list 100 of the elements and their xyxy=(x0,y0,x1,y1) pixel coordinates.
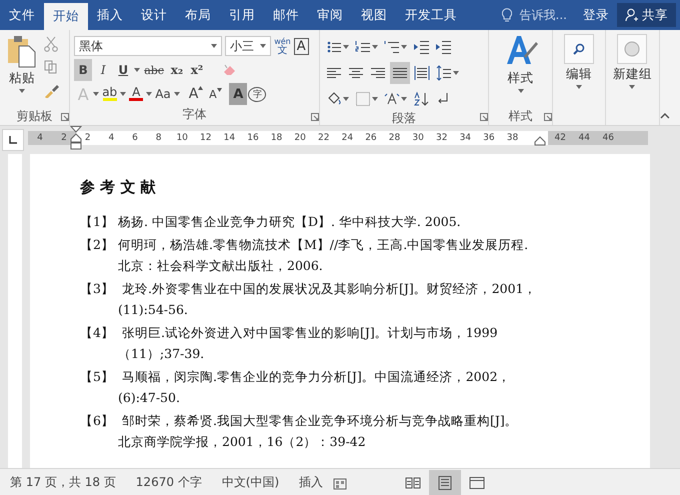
ruler-number: 8 xyxy=(154,133,162,143)
dropdown-caret-icon xyxy=(453,71,460,75)
dropdown-caret-icon xyxy=(19,89,25,93)
ribbon-tab[interactable]: 设计 xyxy=(132,0,176,30)
paint-bucket-icon xyxy=(326,91,342,107)
ribbon-tab[interactable]: 插入 xyxy=(88,0,132,30)
editing-button[interactable]: 编辑 xyxy=(561,32,597,125)
ruler-number: 44 xyxy=(578,133,591,143)
strikethrough-button[interactable]: abc xyxy=(142,59,166,81)
ribbon-tab[interactable]: 视图 xyxy=(352,0,396,30)
font-color-button[interactable]: A xyxy=(127,83,146,105)
italic-button[interactable]: I xyxy=(94,59,112,81)
sort-icon xyxy=(413,91,430,107)
ribbon-tab[interactable]: 文件 xyxy=(0,0,44,30)
underline-button[interactable]: U xyxy=(114,59,132,81)
dropdown-caret-icon xyxy=(518,89,524,93)
character-border-button[interactable]: A xyxy=(294,38,309,54)
reference-text: 何明珂，杨浩雄.零售物流技术【M】//李飞，王高.中国零售业发展历程. xyxy=(118,236,528,254)
right-indent-marker-icon[interactable] xyxy=(534,136,546,146)
shrink-font-button[interactable]: A xyxy=(206,83,224,105)
dialog-launcher-icon[interactable] xyxy=(544,113,552,121)
scissors-icon[interactable] xyxy=(44,36,58,52)
dropdown-caret-icon xyxy=(211,44,218,48)
format-painter-icon[interactable] xyxy=(44,82,60,98)
ruler-number: 10 xyxy=(175,133,189,143)
reference-number: 【3】 xyxy=(80,280,115,298)
reference-text: 张明巨.试论外资进入对中国零售业的影响[J]。计划与市场，1999 xyxy=(120,324,498,342)
multilevel-list-icon xyxy=(384,39,400,55)
borders-icon xyxy=(355,91,372,107)
language-indicator[interactable]: 中文(中国) xyxy=(212,474,290,491)
paste-button[interactable]: 粘贴 xyxy=(4,32,40,107)
copy-icon[interactable] xyxy=(44,60,58,74)
superscript-button[interactable]: x² xyxy=(188,59,206,81)
dropdown-caret-icon xyxy=(93,92,100,96)
dropdown-caret-icon xyxy=(401,97,408,101)
macro-recording-icon[interactable] xyxy=(333,476,348,490)
group-label: 段落 xyxy=(392,110,416,127)
asian-layout-icon xyxy=(384,91,400,107)
reference-number: 【5】 xyxy=(80,368,115,386)
insert-mode-indicator[interactable]: 插入 xyxy=(289,474,334,491)
indent-marker-icon[interactable] xyxy=(70,126,82,150)
reference-text: (11):54-56. xyxy=(118,301,189,319)
dialog-launcher-icon[interactable] xyxy=(480,113,488,121)
dialog-launcher-icon[interactable] xyxy=(61,113,70,121)
ribbon-tab[interactable]: 邮件 xyxy=(264,0,308,30)
numbered-list-icon xyxy=(355,39,372,55)
share-button[interactable]: 共享 xyxy=(617,3,676,27)
change-case-button[interactable]: Aa xyxy=(153,83,173,105)
dropdown-caret-icon xyxy=(343,45,350,49)
ribbon-tab[interactable]: 审阅 xyxy=(308,0,352,30)
read-mode-icon xyxy=(405,474,422,490)
ruler-number: 4 xyxy=(36,133,44,143)
reference-number: 【4】 xyxy=(80,324,115,342)
word-count[interactable]: 12670 个字 xyxy=(126,474,212,491)
ruler-number: 20 xyxy=(293,133,307,143)
dropdown-caret-icon xyxy=(629,85,636,89)
subscript-button[interactable]: x₂ xyxy=(168,59,186,81)
ribbon-tab[interactable]: 布局 xyxy=(176,0,220,30)
font-name-field[interactable]: 黑体 xyxy=(74,36,222,56)
ruler-number: 18 xyxy=(270,133,284,143)
justify-button[interactable] xyxy=(390,62,410,84)
decrease-indent-icon xyxy=(413,39,430,55)
dialog-launcher-icon[interactable] xyxy=(311,113,320,121)
ruler-number: 42 xyxy=(554,133,567,143)
tell-me-search[interactable]: 告诉我... xyxy=(512,0,575,30)
ribbon-tab[interactable]: 开始 xyxy=(44,3,88,30)
ruler-number: 28 xyxy=(388,133,402,143)
sign-in-link[interactable]: 登录 xyxy=(575,0,617,30)
phonetic-guide-button[interactable]: wén 文 xyxy=(274,37,291,55)
tab-selector[interactable] xyxy=(2,129,24,151)
new-group-button[interactable]: 新建组 xyxy=(610,32,655,125)
align-right-icon xyxy=(370,65,386,81)
reference-text: 邹时荣，蔡希贤.我国大型零售企业竞争环境分析与竞争战略重构[J]。 xyxy=(120,412,518,430)
ruler-number: 26 xyxy=(364,133,378,143)
ribbon-tab[interactable]: 开发工具 xyxy=(396,0,466,30)
dropdown-caret-icon xyxy=(134,68,140,72)
reference-text: 北京：社会科学文献出版社，2006. xyxy=(118,257,324,275)
ruler-number: 38 xyxy=(506,133,520,143)
reference-text: 北京商学院学报，2001，16（2）：39-42 xyxy=(118,433,367,451)
circle-icon xyxy=(624,41,640,57)
search-icon xyxy=(572,42,586,56)
bold-button[interactable]: B xyxy=(74,59,92,81)
styles-button[interactable]: 样式 xyxy=(500,32,541,107)
ruler-number: 30 xyxy=(411,133,425,143)
add-person-icon xyxy=(625,8,639,22)
increase-indent-icon xyxy=(435,39,452,55)
character-shading-button[interactable]: A xyxy=(229,83,248,105)
ribbon-tab[interactable]: 引用 xyxy=(220,0,264,30)
enclose-character-button[interactable]: 字 xyxy=(248,86,266,102)
page-count[interactable]: 第 17 页，共 18 页 xyxy=(0,474,126,491)
grow-font-button[interactable]: A xyxy=(186,83,206,105)
ruler-number: 6 xyxy=(131,133,139,143)
align-left-icon xyxy=(326,65,342,81)
document-heading: 参 考 文 献 xyxy=(80,178,157,197)
clipboard-icon xyxy=(7,34,37,68)
dropdown-caret-icon xyxy=(260,44,266,48)
ruler-number: 4 xyxy=(108,133,116,143)
font-size-field[interactable]: 小三 xyxy=(225,36,272,56)
highlight-button[interactable]: ab xyxy=(100,83,120,105)
print-layout-button[interactable] xyxy=(429,470,462,495)
